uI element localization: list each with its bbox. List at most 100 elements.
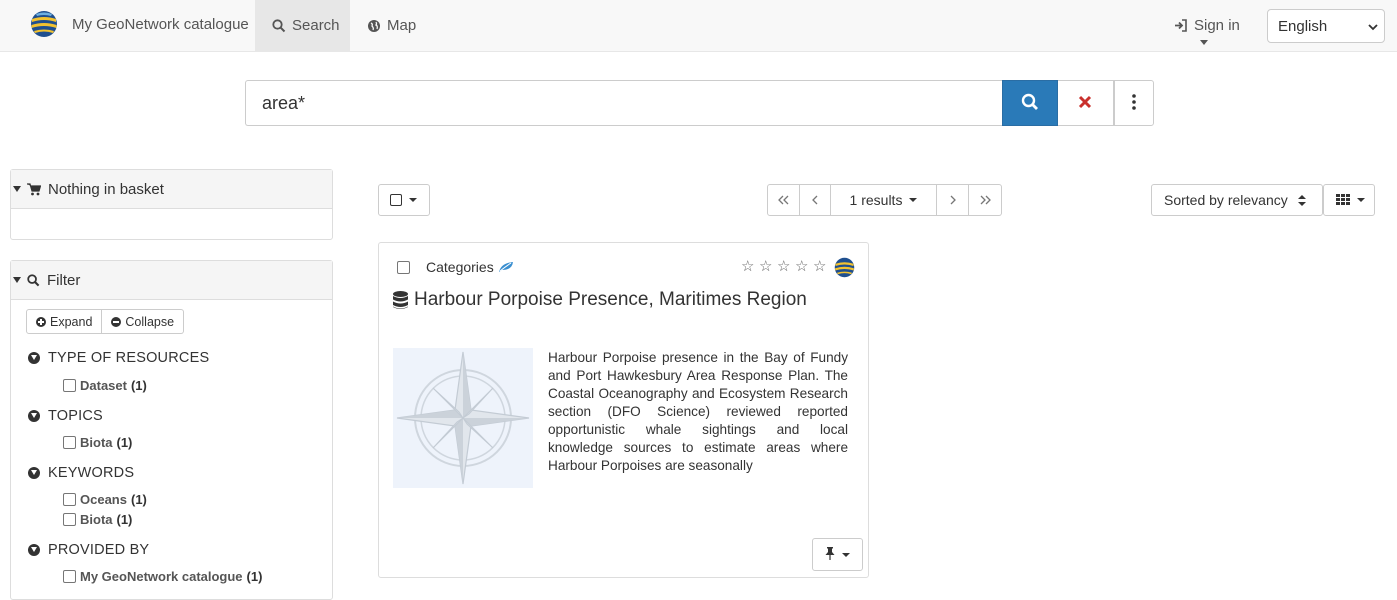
collapse-label: Collapse xyxy=(125,314,175,329)
language-select[interactable]: English xyxy=(1267,9,1385,43)
previous-page-button[interactable] xyxy=(800,184,831,216)
double-chevron-left-icon xyxy=(777,192,790,209)
star-icon[interactable]: ☆ xyxy=(741,259,759,274)
select-all-dropdown[interactable] xyxy=(378,184,430,216)
filter-title: Filter xyxy=(47,271,81,289)
sort-label: Sorted by relevancy xyxy=(1164,192,1288,208)
pin-actions-dropdown[interactable] xyxy=(812,538,863,571)
top-navbar: My GeoNetwork catalogue Search Map Sign … xyxy=(0,0,1397,52)
tab-map[interactable]: Map xyxy=(350,0,433,51)
chevron-right-icon xyxy=(949,192,956,209)
double-chevron-right-icon xyxy=(979,192,991,209)
results-count-label: 1 results xyxy=(849,192,903,208)
language-value: English xyxy=(1278,17,1328,35)
caret-down-icon xyxy=(13,186,21,192)
filter-panel: Filter Expand Collapse TYPE OF RESOURCES… xyxy=(10,260,333,600)
search-bar xyxy=(245,80,1154,126)
arrow-circle-down-icon xyxy=(28,410,40,422)
facet-topics[interactable]: TOPICS xyxy=(28,408,103,424)
search-icon xyxy=(27,273,40,287)
brand-link[interactable]: My GeoNetwork catalogue xyxy=(30,10,249,38)
rating-stars[interactable]: ☆ ☆ ☆ ☆ ☆ xyxy=(741,259,831,274)
result-thumbnail[interactable] xyxy=(393,348,533,488)
facet-item-count: (1) xyxy=(116,512,133,527)
grid-icon xyxy=(1336,192,1350,208)
facet-item-biota[interactable]: Biota (1) xyxy=(63,512,132,527)
facet-type-of-resources[interactable]: TYPE OF RESOURCES xyxy=(28,350,209,366)
basket-panel-header[interactable]: Nothing in basket xyxy=(11,170,332,209)
facet-item-label: Oceans xyxy=(80,492,127,507)
facet-item-dataset[interactable]: Dataset (1) xyxy=(63,378,147,393)
sign-in-label: Sign in xyxy=(1194,17,1240,34)
facet-item-my-geonetwork-catalogue[interactable]: My GeoNetwork catalogue (1) xyxy=(63,569,262,584)
facet-item-label: Biota xyxy=(80,435,113,450)
sort-dropdown[interactable]: Sorted by relevancy xyxy=(1151,184,1323,216)
result-title: Harbour Porpoise Presence, Maritimes Reg… xyxy=(414,289,807,310)
facet-item-label: Dataset xyxy=(80,378,127,393)
facet-title: TYPE OF RESOURCES xyxy=(48,350,210,366)
arrow-circle-down-icon xyxy=(28,467,40,479)
expand-button[interactable]: Expand xyxy=(26,309,103,334)
globe-icon xyxy=(367,19,381,33)
leaf-icon xyxy=(498,261,514,273)
basket-title: Nothing in basket xyxy=(48,180,164,198)
facet-checkbox[interactable] xyxy=(63,379,76,392)
plus-circle-icon xyxy=(36,316,46,327)
facet-provided-by[interactable]: PROVIDED BY xyxy=(28,542,149,558)
facet-title: PROVIDED BY xyxy=(48,542,150,558)
filter-panel-header[interactable]: Filter xyxy=(11,261,332,300)
facet-item-count: (1) xyxy=(130,378,147,393)
star-icon[interactable]: ☆ xyxy=(759,259,777,274)
tab-search[interactable]: Search xyxy=(255,0,350,51)
result-select-checkbox[interactable] xyxy=(397,261,410,274)
facet-item-oceans[interactable]: Oceans (1) xyxy=(63,492,147,507)
facet-item-biota[interactable]: Biota (1) xyxy=(63,435,132,450)
first-page-button[interactable] xyxy=(767,184,800,216)
more-options-button[interactable] xyxy=(1113,80,1154,126)
more-vertical-icon xyxy=(1131,93,1136,113)
search-button[interactable] xyxy=(1002,80,1059,126)
sign-in-link[interactable]: Sign in xyxy=(1174,0,1240,51)
facet-item-label: Biota xyxy=(80,512,113,527)
facet-checkbox[interactable] xyxy=(63,436,76,449)
pin-icon xyxy=(825,546,835,563)
tab-map-label: Map xyxy=(387,17,417,34)
basket-panel: Nothing in basket xyxy=(10,169,333,240)
search-icon xyxy=(272,18,286,33)
app-title: My GeoNetwork catalogue xyxy=(72,15,249,33)
result-title-link[interactable]: Harbour Porpoise Presence, Maritimes Reg… xyxy=(393,289,807,311)
facet-title: KEYWORDS xyxy=(48,465,135,481)
caret-down-icon xyxy=(13,277,21,283)
pagination: 1 results xyxy=(767,184,1002,216)
star-icon[interactable]: ☆ xyxy=(795,259,813,274)
close-icon xyxy=(1078,95,1092,112)
facet-checkbox[interactable] xyxy=(63,570,76,583)
search-icon xyxy=(1021,93,1039,114)
facet-checkbox[interactable] xyxy=(63,493,76,506)
facet-keywords[interactable]: KEYWORDS xyxy=(28,465,134,481)
caret-down-icon xyxy=(409,198,417,202)
expand-label: Expand xyxy=(50,314,93,329)
next-page-button[interactable] xyxy=(937,184,969,216)
search-input[interactable] xyxy=(245,80,1003,126)
caret-down-icon xyxy=(1357,198,1365,202)
facet-item-label: My GeoNetwork catalogue xyxy=(80,569,243,584)
sign-in-icon xyxy=(1174,19,1188,32)
compass-rose-icon xyxy=(396,351,530,485)
last-page-button[interactable] xyxy=(969,184,1002,216)
collapse-button[interactable]: Collapse xyxy=(102,309,185,334)
results-count-dropdown[interactable]: 1 results xyxy=(831,184,937,216)
facet-title: TOPICS xyxy=(48,408,103,424)
result-abstract: Harbour Porpoise presence in the Bay of … xyxy=(548,350,848,473)
star-icon[interactable]: ☆ xyxy=(777,259,795,274)
facet-checkbox[interactable] xyxy=(63,513,76,526)
star-icon[interactable]: ☆ xyxy=(813,259,831,274)
result-card: Categories ☆ ☆ ☆ ☆ ☆ Harbour Porpoise Pr… xyxy=(378,242,869,578)
view-mode-dropdown[interactable] xyxy=(1323,184,1375,216)
facet-item-count: (1) xyxy=(130,492,147,507)
chevron-down-icon xyxy=(1200,40,1208,45)
checkbox-icon xyxy=(390,194,402,206)
categories-link[interactable]: Categories xyxy=(426,259,514,275)
clear-search-button[interactable] xyxy=(1058,80,1114,126)
minus-circle-icon xyxy=(111,316,122,327)
